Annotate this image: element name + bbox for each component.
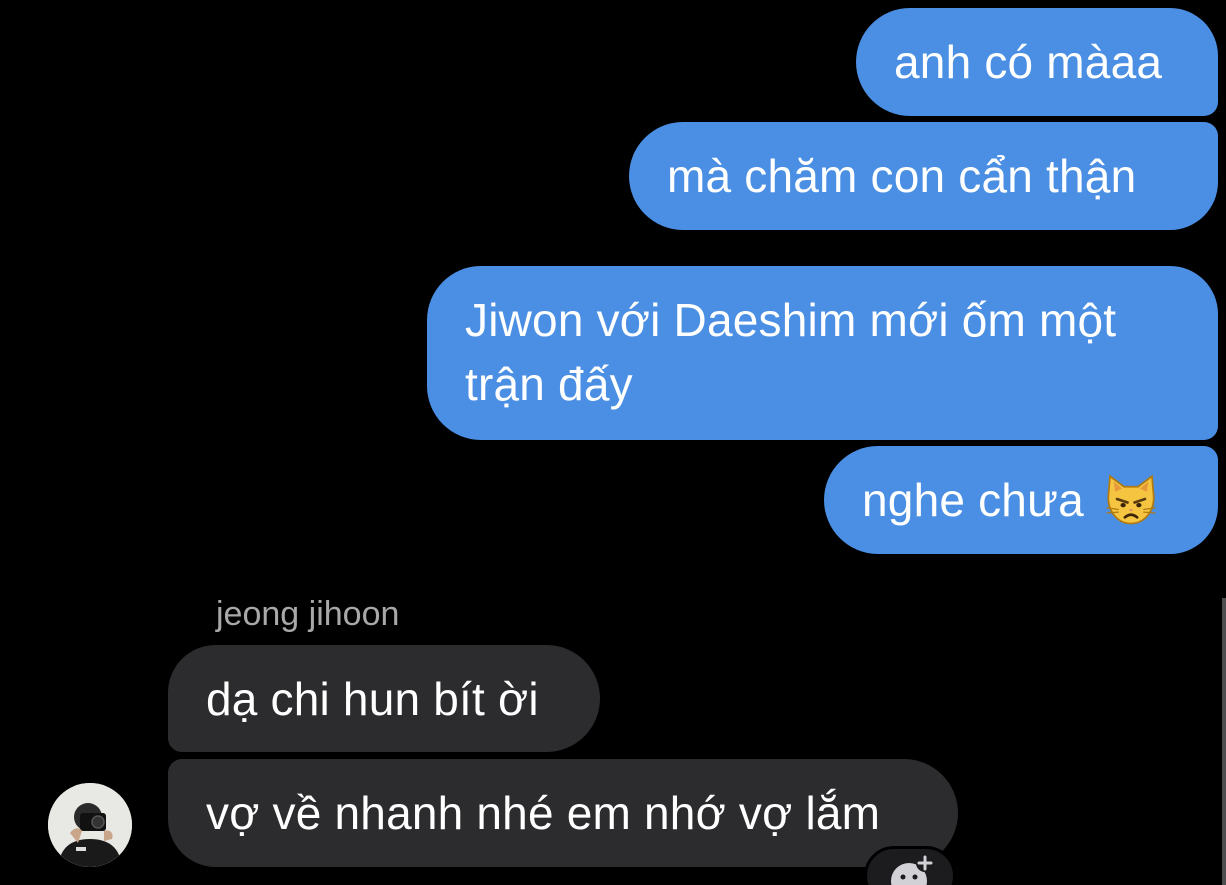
message-text: dạ chi hun bít ời [206, 673, 539, 725]
add-reaction-button[interactable] [864, 846, 956, 885]
message-text: anh có màaa [894, 36, 1163, 88]
outgoing-message-bubble[interactable]: Jiwon với Daeshim mới ốm một trận đấy [427, 266, 1218, 440]
pouting-cat-emoji [1106, 474, 1156, 525]
outgoing-message-bubble[interactable]: nghe chưa [824, 446, 1218, 554]
message-text: Jiwon với Daeshim mới ốm một trận đấy [465, 294, 1117, 410]
incoming-message-bubble[interactable]: dạ chi hun bít ời [168, 645, 600, 752]
outgoing-message-bubble[interactable]: anh có màaa [856, 8, 1218, 116]
outgoing-message-bubble[interactable]: mà chăm con cẩn thận [629, 122, 1218, 230]
add-reaction-icon [891, 854, 934, 885]
avatar-photo [48, 783, 132, 867]
scroll-indicator[interactable] [1222, 598, 1226, 885]
chat-screen: anh có màaa mà chăm con cẩn thận Jiwon v… [0, 0, 1226, 885]
message-text: vợ về nhanh nhé em nhớ vợ lắm [206, 787, 881, 839]
message-text: mà chăm con cẩn thận [667, 150, 1137, 202]
message-text: nghe chưa [862, 474, 1084, 526]
contact-avatar[interactable] [48, 783, 132, 867]
incoming-message-bubble[interactable]: vợ về nhanh nhé em nhớ vợ lắm [168, 759, 958, 867]
sender-name: jeong jihoon [216, 595, 400, 633]
